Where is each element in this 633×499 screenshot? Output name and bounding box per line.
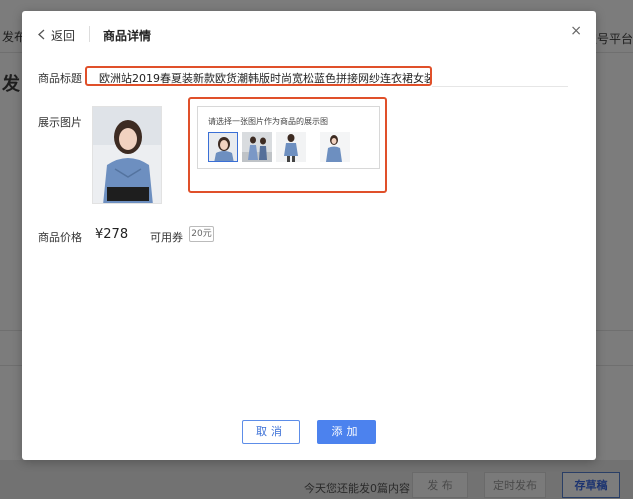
- back-label: 返回: [51, 29, 76, 43]
- product-title-label: 商品标题: [38, 72, 82, 85]
- image-chooser: 请选择一张图片作为商品的展示图: [197, 106, 380, 169]
- modal-title: 商品详情: [103, 29, 152, 43]
- bg-publish-button[interactable]: 发 布: [412, 472, 468, 498]
- modal-header: 返回 商品详情 ×: [22, 11, 596, 55]
- product-detail-modal: 返回 商品详情 × 商品标题 欧洲站2019春夏装新款欧货潮韩版时尚宽松蓝色拼接…: [22, 11, 596, 460]
- product-title-field[interactable]: 欧洲站2019春夏装新款欧货潮韩版时尚宽松蓝色拼接网纱连衣裙女装: [85, 66, 432, 86]
- thumbnail-option[interactable]: [208, 132, 238, 162]
- bg-publish-quota: 今天您还能发0篇内容: [304, 482, 410, 495]
- add-button[interactable]: 添加: [317, 420, 376, 444]
- bg-heading: 发: [2, 74, 20, 95]
- header-divider: [89, 26, 90, 42]
- price-label: 商品价格: [38, 231, 82, 244]
- title-underline: [432, 86, 568, 87]
- bg-save-draft-button[interactable]: 存草稿: [562, 472, 620, 498]
- coupon-badge: 20元: [189, 226, 214, 242]
- thumbnail-option[interactable]: [276, 132, 306, 162]
- display-image-preview: [92, 106, 162, 204]
- bg-footer-bar: 今天您还能发0篇内容 发 布 定时发布 存草稿: [0, 460, 633, 499]
- close-icon[interactable]: ×: [570, 23, 582, 39]
- price-value: ¥278: [95, 227, 129, 242]
- bg-schedule-button[interactable]: 定时发布: [484, 472, 546, 498]
- back-button[interactable]: 返回: [38, 27, 75, 44]
- coupon-label: 可用券: [150, 231, 183, 244]
- chevron-left-icon: [38, 29, 45, 43]
- thumbnail-option[interactable]: [242, 132, 272, 162]
- display-image-label: 展示图片: [38, 116, 82, 129]
- image-chooser-tip: 请选择一张图片作为商品的展示图: [208, 117, 328, 126]
- thumbnail-option[interactable]: [320, 132, 350, 162]
- cancel-button[interactable]: 取消: [242, 420, 300, 444]
